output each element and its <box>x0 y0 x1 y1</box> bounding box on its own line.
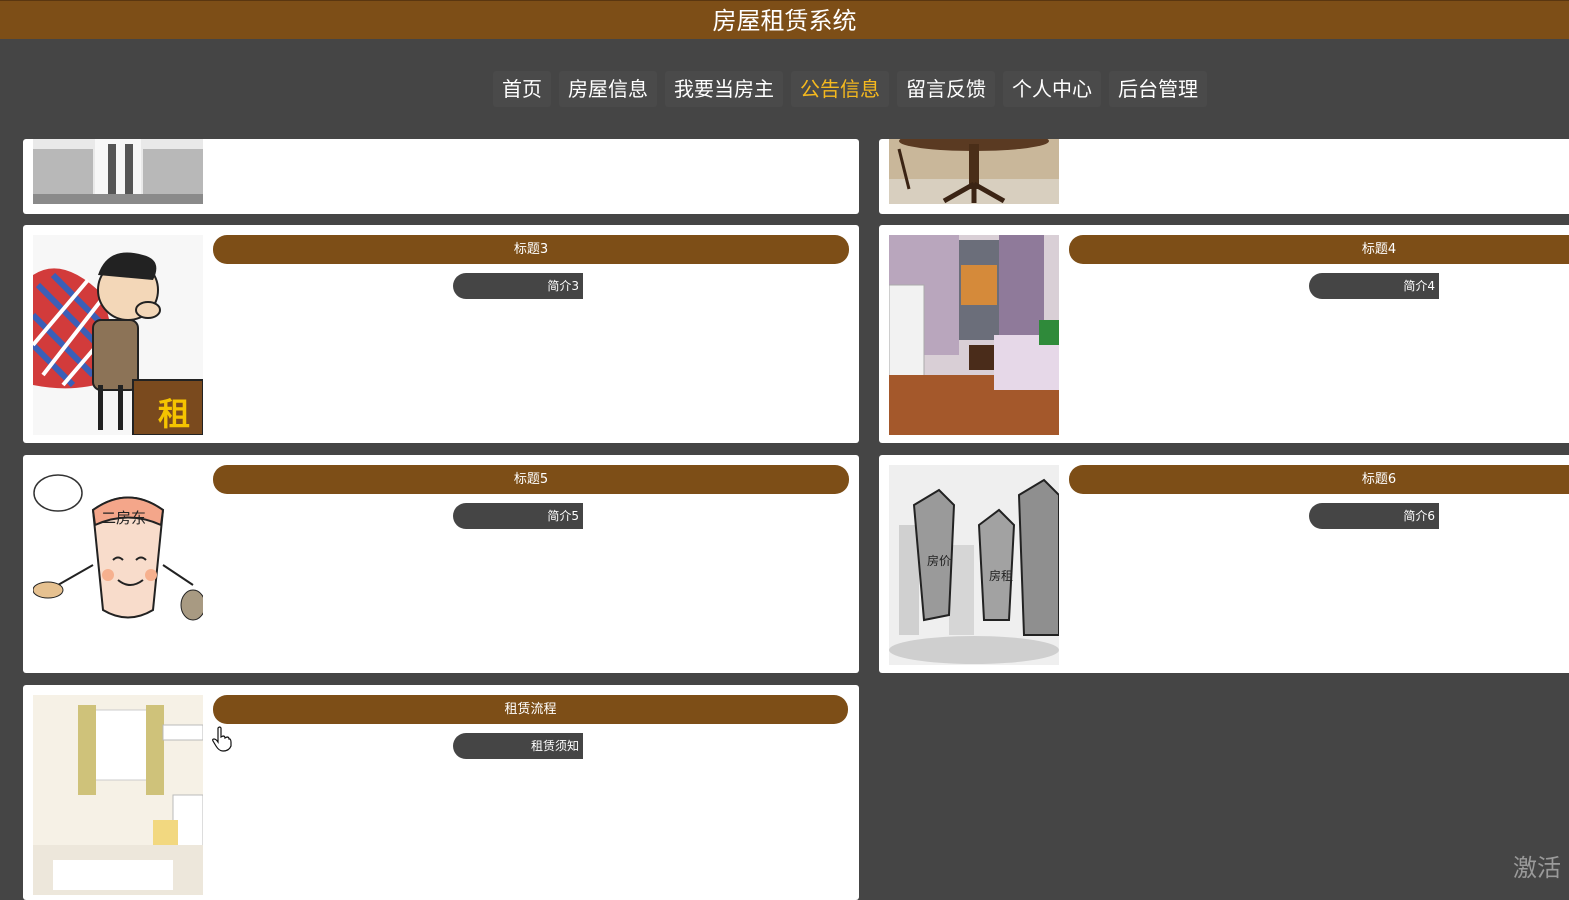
rent-sign-text: 租 <box>158 395 190 433</box>
notice-intro: 简介5 <box>453 503 583 529</box>
notice-title[interactable]: 标题3 <box>213 235 849 264</box>
notice-card-partial-left[interactable] <box>23 139 859 214</box>
nav-item-feedback[interactable]: 留言反馈 <box>897 71 995 107</box>
notice-card[interactable]: 二房东 标题5 简介5 <box>23 455 859 673</box>
sublandlord-cartoon-image[interactable]: 二房东 <box>33 465 203 665</box>
notice-card[interactable]: 房价 房租 标题6 简介6 <box>879 455 1569 673</box>
header-bar: 房屋租赁系统 <box>0 0 1569 39</box>
nav-item-home[interactable]: 首页 <box>493 71 551 107</box>
sublandlord-text: 二房东 <box>101 509 146 527</box>
nav-item-house-info[interactable]: 房屋信息 <box>559 71 657 107</box>
price-tower-text: 房价 <box>927 553 951 568</box>
notice-card[interactable]: 标题4 简介4 <box>879 225 1569 443</box>
kitchen-sinks-image[interactable] <box>33 139 203 204</box>
notice-title[interactable]: 租赁流程 <box>213 695 848 724</box>
housing-price-cartoon-image[interactable]: 房价 房租 <box>889 465 1059 665</box>
notice-card[interactable]: 租赁流程 租赁须知 <box>23 685 859 900</box>
notice-title[interactable]: 标题4 <box>1069 235 1569 264</box>
nav-bar: 首页 房屋信息 我要当房主 公告信息 留言反馈 个人中心 后台管理 <box>0 39 1569 139</box>
wooden-table-image[interactable] <box>889 139 1059 204</box>
rent-tower-text: 房租 <box>989 568 1013 583</box>
activation-watermark: 激活 <box>1513 848 1561 883</box>
nav-menu: 首页 房屋信息 我要当房主 公告信息 留言反馈 个人中心 后台管理 <box>493 71 1207 107</box>
notice-intro: 简介3 <box>453 273 583 299</box>
notice-title[interactable]: 标题5 <box>213 465 849 494</box>
nav-item-admin[interactable]: 后台管理 <box>1109 71 1207 107</box>
notice-intro: 简介6 <box>1309 503 1439 529</box>
hand-cursor-icon <box>212 726 232 752</box>
notice-intro: 租赁须知 <box>453 733 583 759</box>
tenant-cartoon-image[interactable]: 租 <box>33 235 203 435</box>
notice-card-partial-right[interactable] <box>879 139 1569 214</box>
nav-item-become-landlord[interactable]: 我要当房主 <box>665 71 783 107</box>
notice-intro: 简介4 <box>1309 273 1439 299</box>
bright-room-image[interactable] <box>33 695 203 895</box>
bedroom-image[interactable] <box>889 235 1059 435</box>
notice-card[interactable]: 租 标题3 简介3 <box>23 225 859 443</box>
nav-item-profile[interactable]: 个人中心 <box>1003 71 1101 107</box>
notice-title[interactable]: 标题6 <box>1069 465 1569 494</box>
site-title: 房屋租赁系统 <box>0 4 1569 38</box>
nav-item-notices[interactable]: 公告信息 <box>791 71 889 107</box>
